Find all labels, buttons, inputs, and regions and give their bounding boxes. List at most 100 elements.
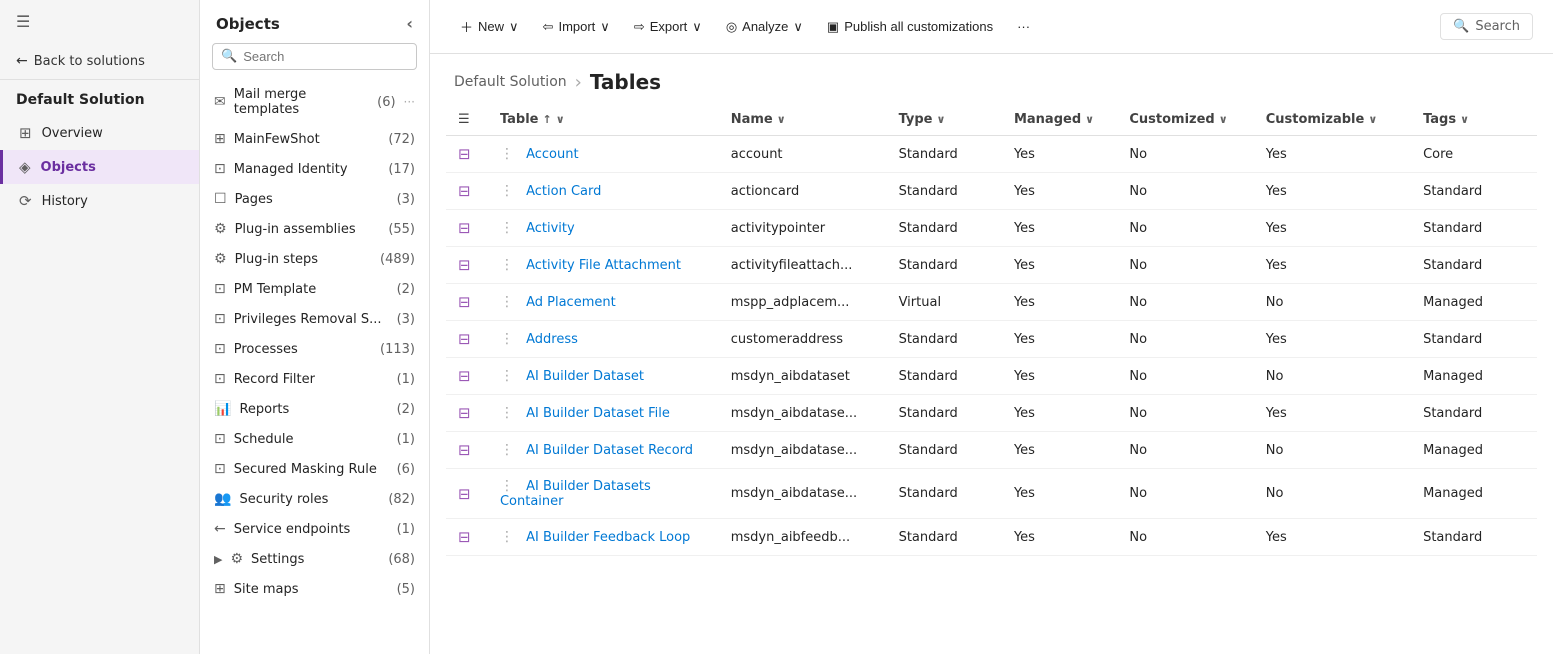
publish-button[interactable]: ▣ Publish all customizations bbox=[817, 14, 1003, 40]
row-table-cell[interactable]: ⋮ Action Card bbox=[488, 173, 719, 210]
column-header-type[interactable]: Type ∨ bbox=[887, 104, 1002, 136]
list-item[interactable]: ⊡ Managed Identity (17) bbox=[200, 154, 429, 184]
new-chevron-icon: ∨ bbox=[509, 19, 519, 35]
object-item-label: MainFewShot bbox=[234, 132, 381, 147]
column-header-checkbox[interactable]: ☰ bbox=[446, 104, 488, 136]
list-item[interactable]: ☐ Pages (3) bbox=[200, 184, 429, 214]
row-more-btn[interactable]: ⋮ bbox=[500, 146, 514, 162]
row-more-btn[interactable]: ⋮ bbox=[500, 368, 514, 384]
list-item[interactable]: ⊡ Schedule (1) bbox=[200, 424, 429, 454]
analyze-button[interactable]: ◎ Analyze ∨ bbox=[716, 14, 813, 40]
column-header-customized[interactable]: Customized ∨ bbox=[1117, 104, 1253, 136]
column-header-customizable[interactable]: Customizable ∨ bbox=[1254, 104, 1411, 136]
list-item[interactable]: ▶ ⚙ Settings (68) bbox=[200, 544, 429, 574]
column-header-table[interactable]: Table ↑ ∨ bbox=[488, 104, 719, 136]
row-more-btn[interactable]: ⋮ bbox=[500, 183, 514, 199]
row-more-btn[interactable]: ⋮ bbox=[500, 294, 514, 310]
row-table-cell[interactable]: ⋮ AI Builder Feedback Loop bbox=[488, 519, 719, 556]
row-tags-cell: Standard bbox=[1411, 247, 1537, 284]
row-more-btn[interactable]: ⋮ bbox=[500, 442, 514, 458]
hamburger-icon[interactable]: ☰ bbox=[16, 12, 30, 31]
object-item-count: (68) bbox=[388, 552, 415, 567]
nav-header[interactable]: ☰ bbox=[0, 0, 199, 43]
row-table-cell[interactable]: ⋮ AI Builder Dataset File bbox=[488, 395, 719, 432]
mainfewshot-icon: ⊞ bbox=[214, 131, 226, 147]
list-item[interactable]: ⊡ Secured Masking Rule (6) bbox=[200, 454, 429, 484]
list-item[interactable]: ⊡ Record Filter (1) bbox=[200, 364, 429, 394]
table-name-link[interactable]: AI Builder Feedback Loop bbox=[526, 530, 690, 545]
table-name-link[interactable]: Address bbox=[526, 332, 578, 347]
sort-asc-icon: ↑ bbox=[543, 113, 552, 126]
list-item[interactable]: ⚙ Plug-in assemblies (55) bbox=[200, 214, 429, 244]
table-name-link[interactable]: Action Card bbox=[526, 184, 601, 199]
list-item[interactable]: ⊞ Site maps (5) bbox=[200, 574, 429, 604]
row-table-cell[interactable]: ⋮ Account bbox=[488, 136, 719, 173]
list-item[interactable]: ✉ Mail merge templates (6) ··· bbox=[200, 80, 429, 124]
table-name-link[interactable]: AI Builder Dataset bbox=[526, 369, 644, 384]
tables-grid: ☰ Table ↑ ∨ Name ∨ bbox=[430, 104, 1553, 654]
row-table-cell[interactable]: ⋮ AI Builder Datasets Container bbox=[488, 469, 719, 519]
import-button[interactable]: ⇦ Import ∨ bbox=[533, 14, 620, 40]
list-item[interactable]: ⊡ Processes (113) bbox=[200, 334, 429, 364]
table-row: ⊟ ⋮ AI Builder Dataset Record msdyn_aibd… bbox=[446, 432, 1537, 469]
table-name-link[interactable]: Activity bbox=[526, 221, 575, 236]
object-item-count: (72) bbox=[388, 132, 415, 147]
customized-col-label: Customized bbox=[1129, 112, 1214, 127]
expand-icon[interactable]: ▶ bbox=[214, 553, 222, 566]
row-icon-cell: ⊟ bbox=[446, 247, 488, 284]
list-item[interactable]: ⚙ Plug-in steps (489) bbox=[200, 244, 429, 274]
table-name-link[interactable]: Activity File Attachment bbox=[526, 258, 681, 273]
column-header-name[interactable]: Name ∨ bbox=[719, 104, 887, 136]
table-name-link[interactable]: Ad Placement bbox=[526, 295, 616, 310]
row-more-btn[interactable]: ⋮ bbox=[500, 220, 514, 236]
row-icon-cell: ⊟ bbox=[446, 519, 488, 556]
row-managed-cell: Yes bbox=[1002, 358, 1117, 395]
row-customized-cell: No bbox=[1117, 284, 1253, 321]
row-table-cell[interactable]: ⋮ Activity bbox=[488, 210, 719, 247]
tags-sort-icon: ∨ bbox=[1460, 113, 1469, 126]
objects-search-box[interactable]: 🔍 bbox=[212, 43, 417, 70]
list-item[interactable]: ⊞ MainFewShot (72) bbox=[200, 124, 429, 154]
row-table-cell[interactable]: ⋮ AI Builder Dataset bbox=[488, 358, 719, 395]
row-table-cell[interactable]: ⋮ AI Builder Dataset Record bbox=[488, 432, 719, 469]
back-to-solutions-button[interactable]: ← Back to solutions bbox=[0, 43, 199, 80]
row-more-btn[interactable]: ⋮ bbox=[500, 529, 514, 545]
list-item[interactable]: 📊 Reports (2) bbox=[200, 394, 429, 424]
sidebar-item-overview[interactable]: ⊞ Overview bbox=[0, 116, 199, 150]
list-item[interactable]: ← Service endpoints (1) bbox=[200, 514, 429, 544]
row-more-btn[interactable]: ⋮ bbox=[500, 405, 514, 421]
list-item[interactable]: ⊡ PM Template (2) bbox=[200, 274, 429, 304]
row-managed-cell: Yes bbox=[1002, 321, 1117, 358]
object-item-label: Security roles bbox=[239, 492, 380, 507]
breadcrumb-separator: › bbox=[575, 72, 582, 93]
table-name-link[interactable]: AI Builder Datasets Container bbox=[500, 479, 651, 509]
objects-search-input[interactable] bbox=[243, 49, 408, 64]
table-name-link[interactable]: AI Builder Dataset File bbox=[526, 406, 670, 421]
row-customized-cell: No bbox=[1117, 395, 1253, 432]
list-item[interactable]: 👥 Security roles (82) bbox=[200, 484, 429, 514]
list-item[interactable]: ⊡ Privileges Removal S... (3) bbox=[200, 304, 429, 334]
column-header-managed[interactable]: Managed ∨ bbox=[1002, 104, 1117, 136]
row-tags-cell: Managed bbox=[1411, 469, 1537, 519]
new-button[interactable]: ＋ New ∨ bbox=[450, 12, 529, 41]
table-name-link[interactable]: Account bbox=[526, 147, 579, 162]
more-options-icon[interactable]: ··· bbox=[404, 95, 415, 109]
sidebar-item-history[interactable]: ⟳ History bbox=[0, 184, 199, 218]
toolbar-search[interactable]: 🔍 Search bbox=[1440, 13, 1533, 40]
row-managed-cell: Yes bbox=[1002, 395, 1117, 432]
sidebar-item-objects[interactable]: ◈ Objects bbox=[0, 150, 199, 184]
row-table-cell[interactable]: ⋮ Address bbox=[488, 321, 719, 358]
row-more-btn[interactable]: ⋮ bbox=[500, 478, 514, 494]
export-button[interactable]: ⇨ Export ∨ bbox=[624, 14, 712, 40]
breadcrumb-parent[interactable]: Default Solution bbox=[454, 74, 567, 90]
table-row: ⊟ ⋮ Ad Placement mspp_adplacem... Virtua… bbox=[446, 284, 1537, 321]
collapse-panel-button[interactable]: ‹ bbox=[406, 14, 413, 33]
row-more-btn[interactable]: ⋮ bbox=[500, 257, 514, 273]
row-table-cell[interactable]: ⋮ Activity File Attachment bbox=[488, 247, 719, 284]
row-type-cell: Standard bbox=[887, 136, 1002, 173]
row-table-cell[interactable]: ⋮ Ad Placement bbox=[488, 284, 719, 321]
column-header-tags[interactable]: Tags ∨ bbox=[1411, 104, 1537, 136]
table-name-link[interactable]: AI Builder Dataset Record bbox=[526, 443, 693, 458]
more-options-button[interactable]: ··· bbox=[1007, 14, 1040, 39]
row-more-btn[interactable]: ⋮ bbox=[500, 331, 514, 347]
